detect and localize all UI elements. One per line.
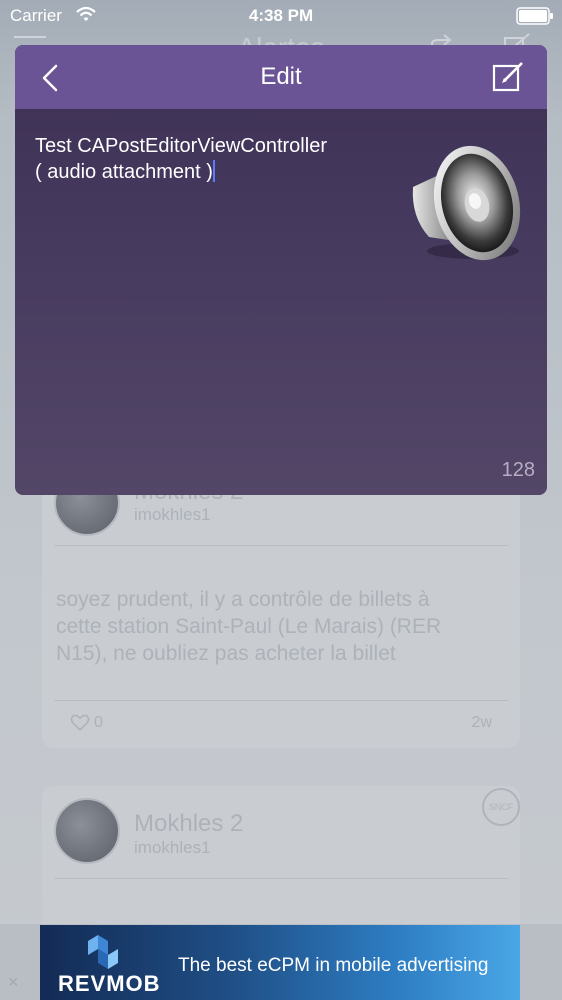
avatar [54, 798, 120, 864]
compose-button[interactable] [491, 60, 527, 94]
like-count: 0 [94, 714, 103, 731]
ad-brand: REVMOB [58, 971, 161, 996]
speaker-icon[interactable] [403, 133, 533, 263]
post-age: 2w [471, 714, 492, 731]
divider [54, 878, 508, 879]
ad-tagline: The best eCPM in mobile advertising [178, 955, 489, 976]
status-time: 4:38 PM [248, 6, 314, 25]
ad-close-button[interactable]: × [8, 972, 19, 993]
author-handle: imokhles1 [134, 505, 211, 524]
author-handle: imokhles1 [134, 838, 211, 857]
divider [54, 545, 508, 546]
post-editor[interactable]: Test CAPostEditorViewController ( audio … [35, 133, 395, 185]
revmob-logo-icon [88, 935, 118, 969]
modal-title: Edit [260, 63, 302, 90]
sncf-badge: SNCF [482, 788, 520, 826]
edit-modal: Edit Test CAPostEditorViewController ( a… [15, 45, 547, 495]
post-editor-text: Test CAPostEditorViewController ( audio … [35, 135, 327, 183]
post-card: Mokhles 2 imokhles1 SNCF [42, 786, 520, 946]
heart-icon [70, 714, 90, 732]
divider [54, 700, 508, 701]
character-count: 128 [501, 459, 535, 481]
status-bar: Carrier 4:38 PM [0, 0, 562, 34]
text-caret [212, 160, 215, 182]
author-name: Mokhles 2 [134, 810, 244, 837]
ad-banner[interactable]: REVMOB The best eCPM in mobile advertisi… [40, 925, 520, 1000]
post-text: soyez prudent, il y a contrôle de billet… [56, 588, 442, 665]
modal-header: Edit [15, 45, 547, 109]
battery-icon [516, 7, 553, 25]
